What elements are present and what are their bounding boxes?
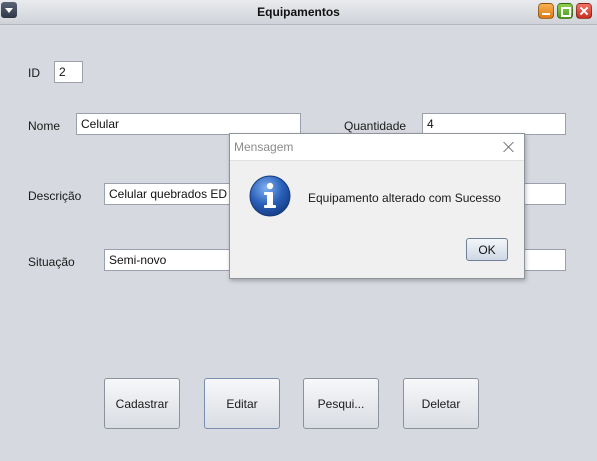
ok-button[interactable]: OK [466, 238, 508, 261]
id-label: ID [28, 66, 40, 80]
nome-field[interactable] [76, 113, 301, 135]
title-bar: Equipamentos [0, 0, 597, 25]
situacao-label: Situação [28, 255, 75, 269]
quantidade-field[interactable] [422, 113, 566, 135]
info-icon [249, 175, 291, 217]
cadastrar-button[interactable]: Cadastrar [104, 378, 180, 429]
pesquisar-button[interactable]: Pesqui... [303, 378, 379, 429]
id-field[interactable] [54, 61, 83, 83]
quantidade-label: Quantidade [344, 119, 407, 133]
minimize-button[interactable] [538, 3, 554, 19]
close-button[interactable] [576, 3, 592, 19]
dialog-close-icon[interactable] [502, 140, 516, 154]
maximize-button[interactable] [557, 3, 573, 19]
dialog-title-bar: Mensagem [230, 134, 524, 161]
editar-button[interactable]: Editar [204, 378, 280, 429]
dialog-title: Mensagem [234, 140, 294, 154]
message-dialog: Mensagem Equipamento alterado com Sucess… [229, 133, 525, 279]
window-title: Equipamentos [257, 5, 340, 19]
deletar-button[interactable]: Deletar [403, 378, 479, 429]
descricao-label: Descrição [28, 189, 82, 203]
dialog-message: Equipamento alterado com Sucesso [308, 191, 501, 205]
nome-label: Nome [28, 119, 61, 133]
